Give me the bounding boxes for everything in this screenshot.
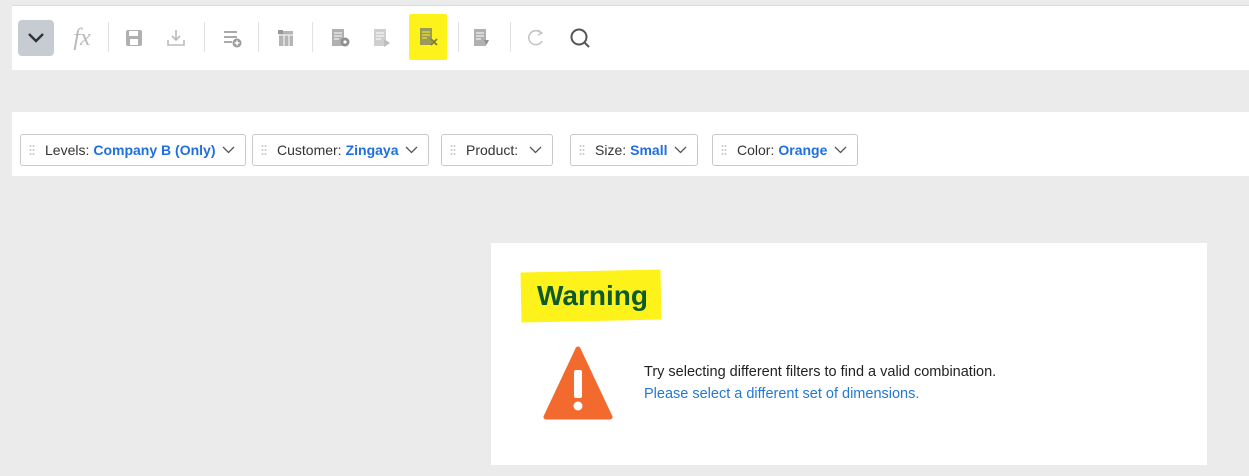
chevron-down-icon xyxy=(529,146,542,154)
drag-handle-icon[interactable] xyxy=(579,144,585,156)
add-list-button[interactable] xyxy=(214,20,250,56)
search-icon xyxy=(570,28,590,48)
toolbar-divider xyxy=(258,22,259,52)
data-settings-icon xyxy=(332,29,350,47)
toolbar-divider xyxy=(312,22,313,52)
collapse-button[interactable] xyxy=(18,20,54,56)
drag-handle-icon[interactable] xyxy=(261,144,267,156)
filter-value: Company B (Only) xyxy=(93,142,216,158)
chevron-down-icon xyxy=(674,146,687,154)
export-icon xyxy=(374,29,390,47)
filter-value: Orange xyxy=(778,142,828,158)
export-button[interactable] xyxy=(364,20,400,56)
toolbar-divider xyxy=(458,22,459,52)
filter-value: Small xyxy=(630,142,668,158)
save-button[interactable] xyxy=(116,20,152,56)
warning-link[interactable]: Please select a different set of dimensi… xyxy=(644,383,996,405)
table-button[interactable] xyxy=(268,20,304,56)
filter-chip-size[interactable]: Size: Small xyxy=(570,134,699,166)
toolbar-divider xyxy=(204,22,205,52)
filter-label: Levels: xyxy=(45,142,90,158)
data-clear-button[interactable] xyxy=(409,14,447,60)
filter-chip-product[interactable]: Product: xyxy=(441,134,554,166)
filter-chip-color[interactable]: Color: Orange xyxy=(712,134,859,166)
warning-title: Warning xyxy=(536,279,648,311)
warning-title-highlight: Warning xyxy=(520,269,662,323)
filter-bar: Levels: Company B (Only) Customer: Zinga… xyxy=(12,112,1249,176)
drag-handle-icon[interactable] xyxy=(29,144,35,156)
warning-message: Try selecting different filters to find … xyxy=(644,361,996,405)
refresh-button[interactable] xyxy=(518,20,554,56)
warning-message-text: Try selecting different filters to find … xyxy=(644,364,997,380)
filter-chip-levels[interactable]: Levels: Company B (Only) xyxy=(20,134,247,166)
filter-label: Size: xyxy=(595,142,627,158)
drag-handle-icon[interactable] xyxy=(721,144,727,156)
download-icon xyxy=(167,30,185,46)
filter-label: Product: xyxy=(466,142,519,158)
filter-value: Zingaya xyxy=(345,142,399,158)
search-button[interactable] xyxy=(562,20,598,56)
filter-chip-customer[interactable]: Customer: Zingaya xyxy=(252,134,430,166)
data-settings-button[interactable] xyxy=(322,20,358,56)
toolbar-divider xyxy=(108,22,109,52)
chevron-down-icon xyxy=(834,146,847,154)
toolbar-divider xyxy=(510,22,511,52)
filter-label: Customer: xyxy=(277,142,342,158)
data-edit-icon xyxy=(474,29,489,46)
list-add-icon xyxy=(224,31,242,48)
chevron-down-icon xyxy=(222,146,235,154)
data-x-icon xyxy=(420,28,438,46)
warning-triangle-icon xyxy=(543,346,613,420)
chevron-down-icon xyxy=(405,146,418,154)
data-edit-button[interactable] xyxy=(464,20,500,56)
refresh-icon xyxy=(528,29,544,46)
table-icon xyxy=(278,30,293,46)
warning-panel: Warning Try selecting different filters … xyxy=(491,243,1207,465)
formula-button[interactable]: fx xyxy=(64,20,100,56)
download-button[interactable] xyxy=(158,20,194,56)
save-icon xyxy=(126,30,142,46)
filter-label: Color: xyxy=(737,142,775,158)
fx-icon: fx xyxy=(73,24,91,51)
toolbar: fx xyxy=(12,5,1249,70)
chevron-down-icon xyxy=(28,33,44,43)
drag-handle-icon[interactable] xyxy=(450,144,456,156)
